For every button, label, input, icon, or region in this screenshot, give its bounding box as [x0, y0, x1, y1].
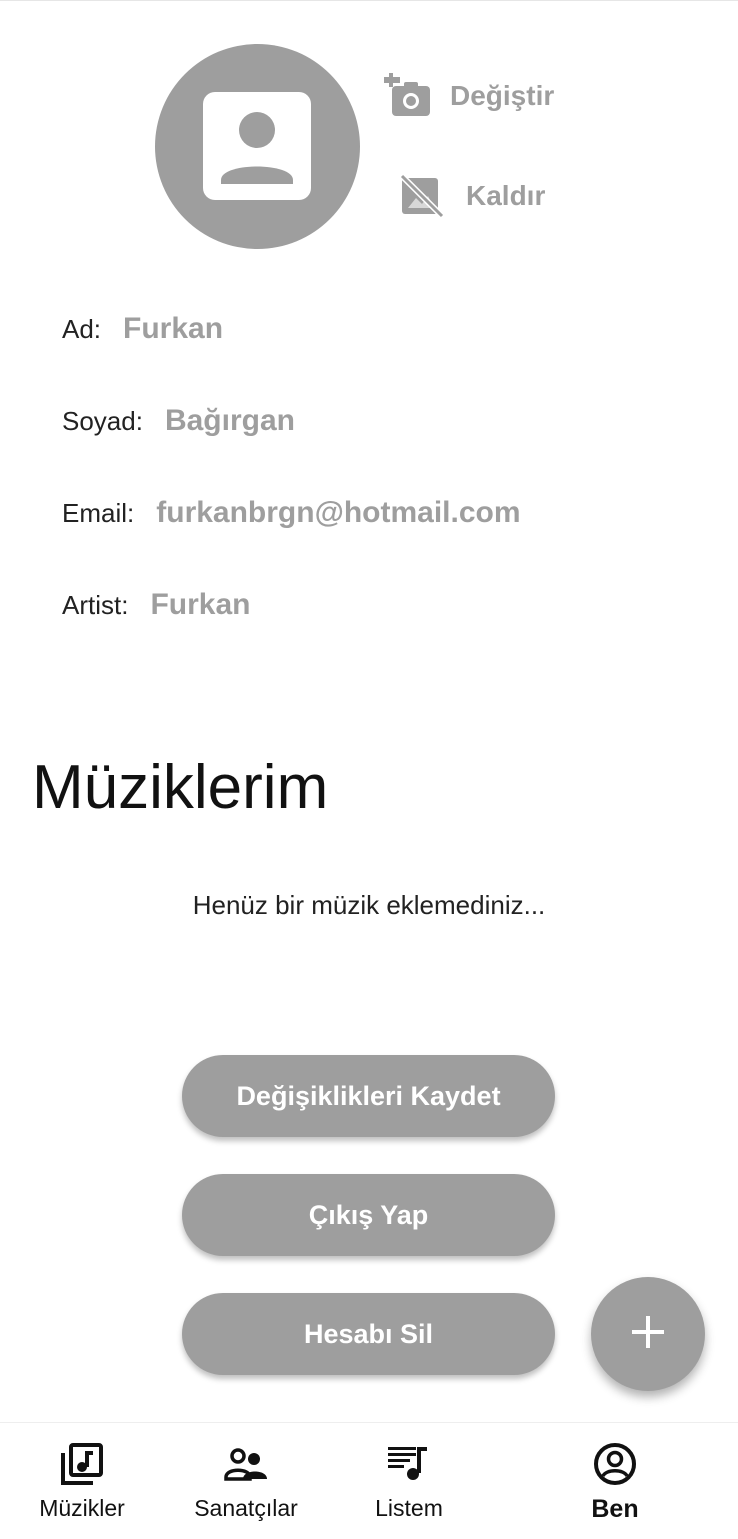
last-name-value[interactable]: Bağırgan — [165, 404, 295, 438]
artist-row: Artist: Furkan — [62, 588, 250, 628]
email-value[interactable]: furkanbrgn@hotmail.com — [156, 496, 520, 530]
bottom-navigation: Müzikler Sanatçılar Listem Ben — [0, 1422, 738, 1538]
email-row: Email: furkanbrgn@hotmail.com — [62, 496, 521, 536]
people-icon — [223, 1441, 269, 1487]
artist-label: Artist: — [62, 590, 129, 620]
first-name-label: Ad: — [62, 314, 102, 344]
change-photo-button[interactable]: Değiştir — [384, 72, 554, 120]
email-label: Email: — [62, 498, 135, 528]
hide-image-icon — [398, 172, 446, 220]
remove-photo-label: Kaldır — [466, 180, 546, 211]
artist-value[interactable]: Furkan — [150, 588, 250, 622]
remove-photo-button[interactable]: Kaldır — [398, 172, 545, 220]
add-photo-icon — [384, 72, 432, 120]
nav-item-sanatcilar[interactable]: Sanatçılar — [180, 1423, 312, 1539]
nav-label-ben: Ben — [591, 1495, 639, 1523]
nav-label-listem: Listem — [375, 1495, 443, 1521]
last-name-label: Soyad: — [62, 406, 143, 436]
nav-label-sanatcilar: Sanatçılar — [194, 1495, 298, 1521]
change-photo-label: Değiştir — [450, 80, 555, 111]
first-name-row: Ad: Furkan — [62, 312, 223, 352]
logout-button[interactable]: Çıkış Yap — [182, 1174, 555, 1256]
save-changes-button[interactable]: Değişiklikleri Kaydet — [182, 1055, 555, 1137]
account-box-icon — [203, 92, 311, 200]
playlist-icon — [386, 1441, 432, 1487]
first-name-value[interactable]: Furkan — [123, 312, 223, 346]
profile-avatar[interactable] — [155, 44, 360, 249]
top-divider — [0, 0, 738, 1]
nav-item-ben[interactable]: Ben — [560, 1423, 670, 1539]
add-music-fab[interactable] — [591, 1277, 705, 1391]
nav-item-muzikler[interactable]: Müzikler — [22, 1423, 142, 1539]
nav-item-listem[interactable]: Listem — [352, 1423, 466, 1539]
delete-account-button[interactable]: Hesabı Sil — [182, 1293, 555, 1375]
empty-music-message: Henüz bir müzik eklemediniz... — [192, 890, 546, 920]
my-music-title: Müziklerim — [32, 753, 329, 822]
nav-label-muzikler: Müzikler — [39, 1495, 125, 1521]
plus-icon — [630, 1314, 666, 1355]
account-circle-icon — [592, 1441, 638, 1487]
last-name-row: Soyad: Bağırgan — [62, 404, 295, 444]
music-library-icon — [59, 1441, 105, 1487]
